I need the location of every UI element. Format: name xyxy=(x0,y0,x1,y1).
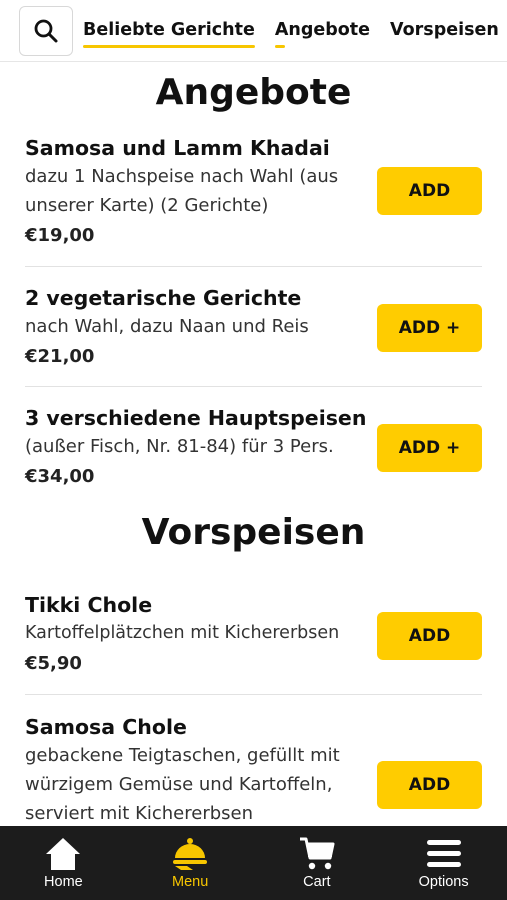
nav-menu[interactable]: Menu xyxy=(127,836,253,890)
menu-item: 2 vegetarische Gerichte nach Wahl, dazu … xyxy=(25,267,482,387)
menu-item: Samosa Chole gebackene Teigtaschen, gefü… xyxy=(25,695,482,826)
tab-angebote[interactable]: Angebote xyxy=(274,14,370,48)
category-tabs: Beliebte Gerichte Angebote Vorspeisen xyxy=(83,14,507,48)
item-description: dazu 1 Nachspeise nach Wahl (aus unserer… xyxy=(25,166,339,216)
add-plus-button[interactable]: ADD + xyxy=(377,304,482,352)
hamburger-menu-icon xyxy=(426,840,461,867)
nav-options-label: Options xyxy=(418,874,469,890)
top-bar: Beliebte Gerichte Angebote Vorspeisen xyxy=(0,0,507,62)
item-description: Kartoffelplätzchen mit Kichererbsen xyxy=(25,623,340,643)
item-name: Samosa Chole xyxy=(25,715,187,739)
tab-beliebte-gerichte[interactable]: Beliebte Gerichte xyxy=(83,14,255,48)
nav-home-label: Home xyxy=(44,874,83,890)
bottom-navigation: Home Menu Cart Options xyxy=(0,826,507,900)
item-description: nach Wahl, dazu Naan und Reis xyxy=(25,316,309,337)
menu-item: 3 verschiedene Hauptspeisen (außer Fisch… xyxy=(25,387,482,507)
cart-icon xyxy=(299,837,335,870)
nav-home[interactable]: Home xyxy=(0,836,126,890)
section-title-angebote: Angebote xyxy=(155,72,352,113)
nav-options[interactable]: Options xyxy=(381,836,507,890)
nav-menu-label: Menu xyxy=(171,874,209,890)
item-description: (außer Fisch, Nr. 81-84) für 3 Pers. xyxy=(25,436,334,457)
add-button[interactable]: ADD xyxy=(377,612,482,660)
section-title-vorspeisen: Vorspeisen xyxy=(141,512,366,553)
nav-cart-label: Cart xyxy=(303,874,331,890)
add-plus-button[interactable]: ADD + xyxy=(377,424,482,472)
menu-cloche-icon xyxy=(173,838,208,870)
add-button[interactable]: ADD xyxy=(377,761,482,809)
item-price: €19,00 xyxy=(25,225,95,246)
menu-item: Samosa und Lamm Khadai dazu 1 Nachspeise… xyxy=(25,126,482,267)
menu-content: Angebote Samosa und Lamm Khadai dazu 1 N… xyxy=(0,62,507,826)
nav-cart[interactable]: Cart xyxy=(254,836,380,890)
add-button[interactable]: ADD xyxy=(377,167,482,215)
item-name: Samosa und Lamm Khadai xyxy=(25,136,330,160)
menu-item: Tikki Chole Kartoffelplätzchen mit Kiche… xyxy=(25,571,482,695)
home-icon xyxy=(46,838,81,870)
item-description: gebackene Teigtaschen, gefüllt mit würzi… xyxy=(25,745,340,824)
search-button[interactable] xyxy=(19,5,73,56)
search-icon xyxy=(34,19,58,42)
tab-vorspeisen[interactable]: Vorspeisen xyxy=(390,14,499,48)
